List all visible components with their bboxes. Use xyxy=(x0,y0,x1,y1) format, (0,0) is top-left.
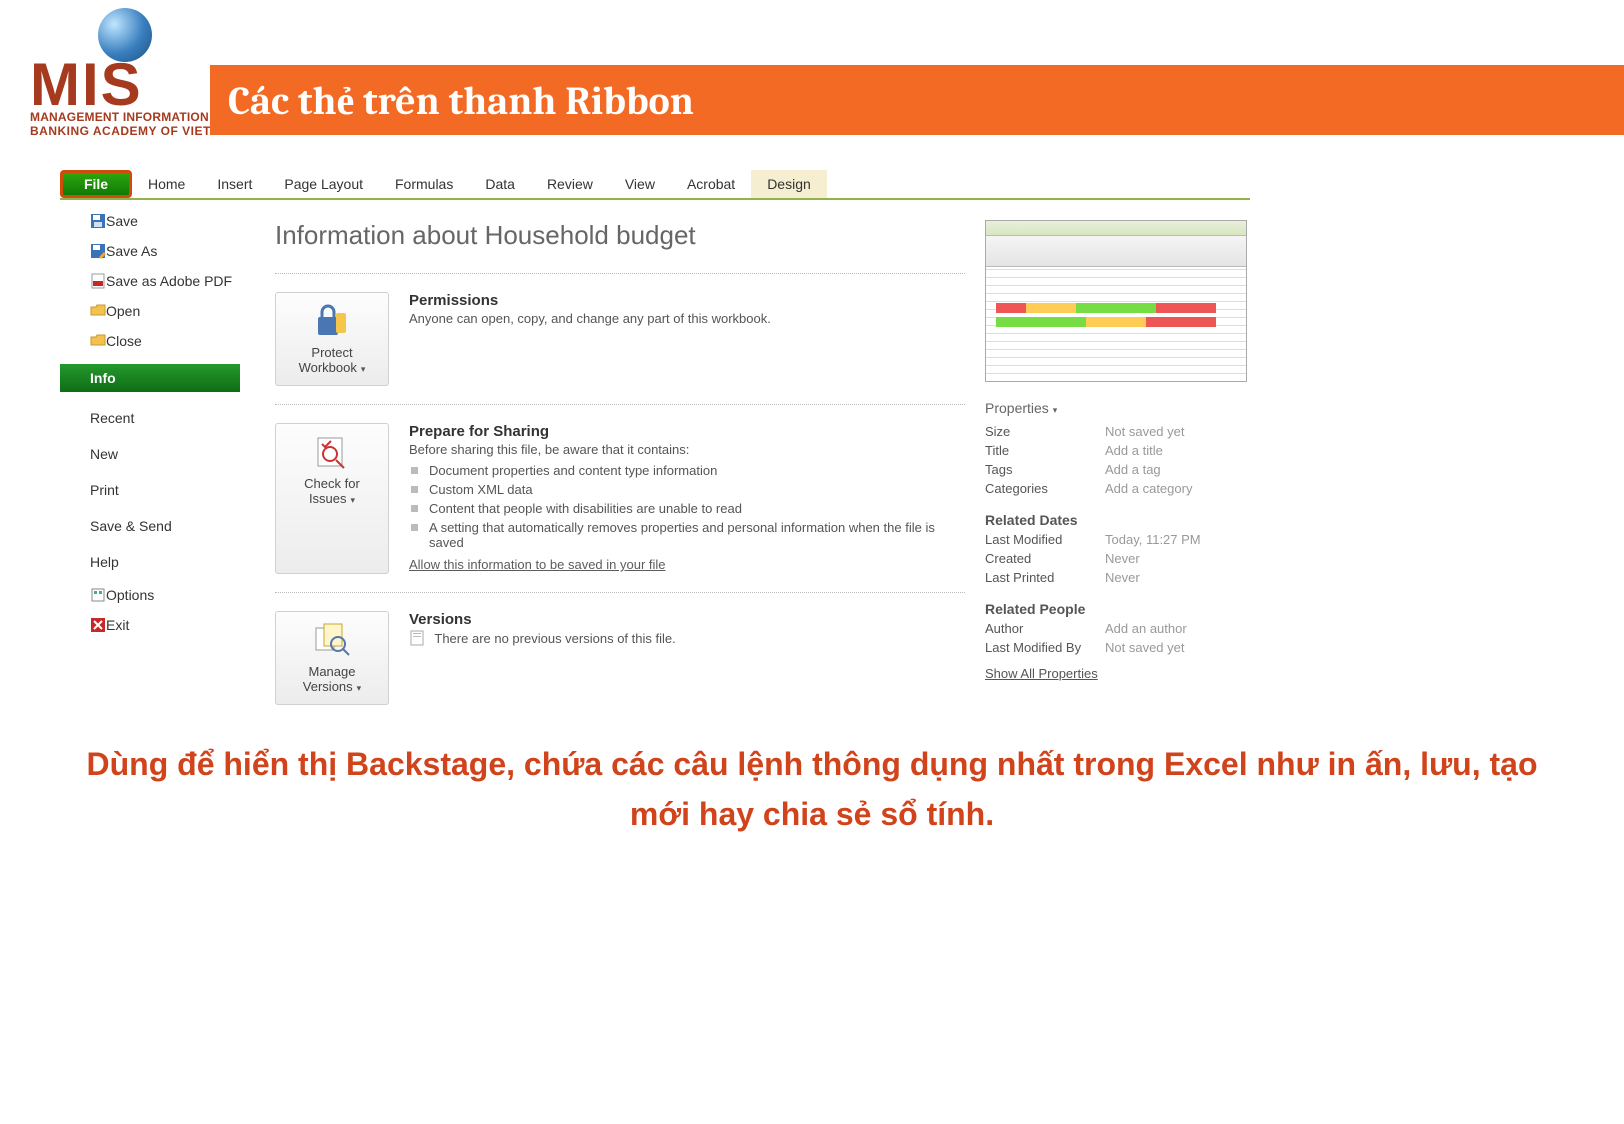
tab-formulas[interactable]: Formulas xyxy=(379,170,469,198)
date-row: CreatedNever xyxy=(985,551,1250,566)
button-label: Manage Versions xyxy=(303,664,356,694)
sidebar-item-help[interactable]: Help xyxy=(60,544,240,580)
sidebar-item-options[interactable]: Options xyxy=(60,580,240,610)
properties-panel: Properties ▾ SizeNot saved yet TitleAdd … xyxy=(985,200,1250,723)
chevron-down-icon: ▾ xyxy=(1053,405,1058,415)
date-row: Last PrintedNever xyxy=(985,570,1250,585)
people-row: AuthorAdd an author xyxy=(985,621,1250,636)
tab-home[interactable]: Home xyxy=(132,170,201,198)
sidebar-item-save-send[interactable]: Save & Send xyxy=(60,508,240,544)
related-people-heading: Related People xyxy=(985,601,1250,617)
slide-description: Dùng để hiển thị Backstage, chứa các câu… xyxy=(0,740,1624,839)
logo-sub2: BANKING ACADEMY OF VIETNAM xyxy=(30,124,240,138)
excel-backstage-screenshot: File Home Insert Page Layout Formulas Da… xyxy=(60,170,1250,720)
chevron-down-icon: ▾ xyxy=(351,495,356,505)
folder-close-icon xyxy=(90,333,106,349)
tab-page-layout[interactable]: Page Layout xyxy=(268,170,379,198)
related-dates-heading: Related Dates xyxy=(985,512,1250,528)
share-bullet: Custom XML data xyxy=(409,480,965,499)
show-all-properties-link[interactable]: Show All Properties xyxy=(985,666,1098,681)
sidebar-label: Options xyxy=(106,587,154,603)
prop-row: SizeNot saved yet xyxy=(985,424,1250,439)
share-bullet: Content that people with disabilities ar… xyxy=(409,499,965,518)
button-label: Protect Workbook xyxy=(299,345,357,375)
options-icon xyxy=(90,587,106,603)
prop-row: TitleAdd a title xyxy=(985,443,1250,458)
tab-insert[interactable]: Insert xyxy=(201,170,268,198)
sidebar-label: Exit xyxy=(106,617,129,633)
tab-design[interactable]: Design xyxy=(751,170,827,198)
folder-open-icon xyxy=(90,303,106,319)
share-text: Before sharing this file, be aware that … xyxy=(409,442,965,457)
sidebar-item-info[interactable]: Info xyxy=(60,364,240,392)
tab-review[interactable]: Review xyxy=(531,170,609,198)
sidebar-item-save[interactable]: Save xyxy=(60,206,240,236)
people-row: Last Modified ByNot saved yet xyxy=(985,640,1250,655)
versions-text: There are no previous versions of this f… xyxy=(434,631,675,646)
chevron-down-icon: ▾ xyxy=(361,364,366,374)
permissions-heading: Permissions xyxy=(409,292,965,309)
slide-title: Các thẻ trên thanh Ribbon xyxy=(228,77,694,124)
manage-versions-button[interactable]: Manage Versions▾ xyxy=(275,611,389,705)
lock-icon xyxy=(312,303,352,339)
sidebar-item-save-pdf[interactable]: Save as Adobe PDF xyxy=(60,266,240,296)
slide-title-bar: Các thẻ trên thanh Ribbon xyxy=(210,65,1624,135)
sidebar-label: Open xyxy=(106,303,140,319)
permissions-text: Anyone can open, copy, and change any pa… xyxy=(409,311,965,326)
share-bullet: A setting that automatically removes pro… xyxy=(409,518,965,552)
sidebar-item-save-as[interactable]: Save As xyxy=(60,236,240,266)
sidebar-item-close[interactable]: Close xyxy=(60,326,240,356)
tab-data[interactable]: Data xyxy=(469,170,531,198)
sidebar-item-new[interactable]: New xyxy=(60,436,240,472)
tab-acrobat[interactable]: Acrobat xyxy=(671,170,751,198)
sidebar-label: Close xyxy=(106,333,142,349)
exit-icon xyxy=(90,617,106,633)
pdf-icon xyxy=(90,273,106,289)
backstage-sidebar: Save Save As Save as Adobe PDF Open Clos… xyxy=(60,200,240,723)
sidebar-item-exit[interactable]: Exit xyxy=(60,610,240,640)
sidebar-item-print[interactable]: Print xyxy=(60,472,240,508)
backstage-main: Information about Household budget Prote… xyxy=(240,200,985,723)
prop-row: TagsAdd a tag xyxy=(985,462,1250,477)
sidebar-item-open[interactable]: Open xyxy=(60,296,240,326)
check-issues-button[interactable]: Check for Issues▾ xyxy=(275,423,389,574)
workbook-thumbnail xyxy=(985,220,1247,382)
protect-workbook-button[interactable]: Protect Workbook ▾ xyxy=(275,292,389,386)
save-as-icon xyxy=(90,243,106,259)
document-icon xyxy=(409,630,425,646)
prop-row: CategoriesAdd a category xyxy=(985,481,1250,496)
date-row: Last ModifiedToday, 11:27 PM xyxy=(985,532,1250,547)
info-title: Information about Household budget xyxy=(275,220,965,251)
file-tab[interactable]: File xyxy=(60,170,132,198)
sidebar-label: Save xyxy=(106,213,138,229)
share-heading: Prepare for Sharing xyxy=(409,423,965,440)
sidebar-label: Save As xyxy=(106,243,157,259)
share-bullet: Document properties and content type inf… xyxy=(409,461,965,480)
properties-heading[interactable]: Properties xyxy=(985,400,1049,416)
logo-text: MIS xyxy=(30,50,143,119)
check-icon xyxy=(312,434,352,470)
save-icon xyxy=(90,213,106,229)
tab-view[interactable]: View xyxy=(609,170,671,198)
sidebar-label: Save as Adobe PDF xyxy=(106,273,232,289)
versions-heading: Versions xyxy=(409,611,965,628)
chevron-down-icon: ▾ xyxy=(357,683,362,693)
sidebar-item-recent[interactable]: Recent xyxy=(60,400,240,436)
allow-save-link[interactable]: Allow this information to be saved in yo… xyxy=(409,557,666,572)
versions-icon xyxy=(312,622,352,658)
